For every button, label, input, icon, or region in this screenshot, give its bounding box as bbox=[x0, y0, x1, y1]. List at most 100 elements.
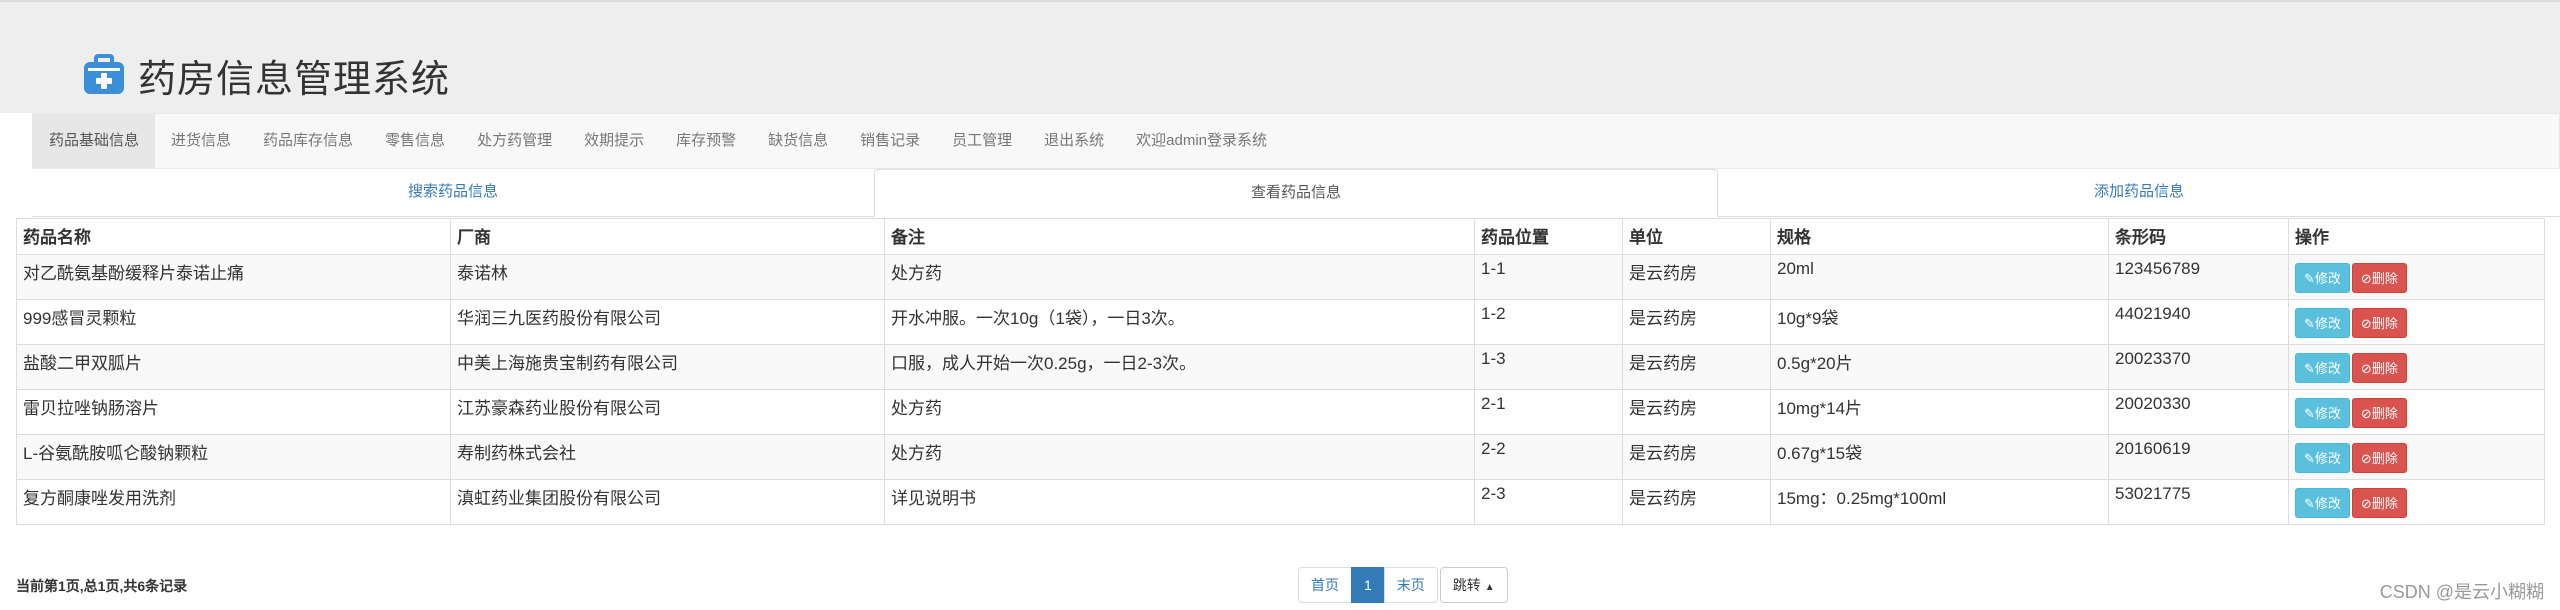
edit-button[interactable]: ✎修改 bbox=[2295, 443, 2350, 473]
actions-cell: ✎修改 ⊘删除 bbox=[2288, 344, 2545, 390]
nav-item-11[interactable]: 欢迎admin登录系统 bbox=[1120, 114, 1283, 168]
nav-item-8[interactable]: 销售记录 bbox=[844, 114, 936, 168]
delete-label: 删除 bbox=[2371, 406, 2398, 421]
table-cell: 是云药房 bbox=[1622, 344, 1771, 390]
ban-icon: ⊘ bbox=[2360, 361, 2372, 376]
delete-label: 删除 bbox=[2371, 271, 2398, 286]
nav-item-5[interactable]: 效期提示 bbox=[568, 114, 660, 168]
column-header: 条形码 bbox=[2108, 218, 2289, 255]
table-cell: 详见说明书 bbox=[884, 479, 1475, 525]
nav-item-7[interactable]: 缺货信息 bbox=[752, 114, 844, 168]
tab-2[interactable]: 添加药品信息 bbox=[1718, 169, 2560, 216]
table-header-row: 药品名称 厂商 备注 药品位置 单位 规格 条形码 操作 bbox=[16, 218, 2545, 255]
pagination: 首页 1 末页 跳转 ▲ bbox=[1298, 567, 1508, 603]
wrench-icon: ✎ bbox=[2304, 496, 2315, 511]
table-row: 复方酮康唑发用洗剂 滇虹药业集团股份有限公司 详见说明书 2-3 是云药房 15mg：0.… bbox=[16, 479, 2545, 525]
brand: 药房信息管理系统 bbox=[80, 48, 450, 103]
edit-label: 修改 bbox=[2314, 496, 2341, 511]
edit-label: 修改 bbox=[2314, 316, 2341, 331]
nav-item-9[interactable]: 员工管理 bbox=[936, 114, 1028, 168]
column-header: 规格 bbox=[1770, 218, 2109, 255]
delete-button[interactable]: ⊘删除 bbox=[2351, 488, 2407, 518]
jump-dropdown[interactable]: 跳转 ▲ bbox=[1439, 567, 1508, 603]
wrench-icon: ✎ bbox=[2304, 316, 2315, 331]
nav-item-4[interactable]: 处方药管理 bbox=[461, 114, 568, 168]
table-cell: 15mg：0.25mg*100ml bbox=[1770, 479, 2109, 525]
header: 药房信息管理系统 bbox=[0, 0, 2560, 113]
edit-button[interactable]: ✎修改 bbox=[2295, 263, 2350, 293]
table-cell: L-谷氨酰胺呱仑酸钠颗粒 bbox=[16, 434, 451, 480]
table-cell: 江苏豪森药业股份有限公司 bbox=[450, 389, 885, 435]
table-cell: 开水冲服。一次10g（1袋），一日3次。 bbox=[884, 299, 1475, 345]
table-cell: 是云药房 bbox=[1622, 299, 1771, 345]
actions-cell: ✎修改 ⊘删除 bbox=[2288, 479, 2545, 525]
table-cell: 处方药 bbox=[884, 389, 1475, 435]
actions-cell: ✎修改 ⊘删除 bbox=[2288, 389, 2545, 435]
first-page-button[interactable]: 首页 bbox=[1298, 567, 1352, 603]
table-row: L-谷氨酰胺呱仑酸钠颗粒 寿制药株式会社 处方药 2-2 是云药房 0.67g*15袋 20… bbox=[16, 434, 2545, 480]
nav-item-0[interactable]: 药品基础信息 bbox=[33, 114, 156, 168]
table-cell: 1-2 bbox=[1474, 299, 1623, 345]
ban-icon: ⊘ bbox=[2360, 316, 2372, 331]
last-page-button[interactable]: 末页 bbox=[1383, 567, 1438, 603]
edit-button[interactable]: ✎修改 bbox=[2295, 353, 2350, 383]
table-cell: 20160619 bbox=[2108, 434, 2289, 480]
table-cell: 20020330 bbox=[2108, 389, 2289, 435]
edit-button[interactable]: ✎修改 bbox=[2295, 398, 2350, 428]
ban-icon: ⊘ bbox=[2360, 496, 2372, 511]
table-cell: 是云药房 bbox=[1622, 479, 1771, 525]
table-cell: 泰诺林 bbox=[450, 254, 885, 300]
edit-button[interactable]: ✎修改 bbox=[2295, 308, 2350, 338]
delete-button[interactable]: ⊘删除 bbox=[2351, 263, 2407, 293]
actions-cell: ✎修改 ⊘删除 bbox=[2288, 299, 2545, 345]
edit-label: 修改 bbox=[2314, 451, 2341, 466]
table-cell: 999感冒灵颗粒 bbox=[16, 299, 451, 345]
table-row: 盐酸二甲双胍片 中美上海施贵宝制药有限公司 口服，成人开始一次0.25g，一日2-3… bbox=[16, 344, 2545, 390]
edit-label: 修改 bbox=[2314, 361, 2341, 376]
delete-label: 删除 bbox=[2371, 361, 2398, 376]
table-cell: 口服，成人开始一次0.25g，一日2-3次。 bbox=[884, 344, 1475, 390]
wrench-icon: ✎ bbox=[2304, 406, 2315, 421]
nav-item-1[interactable]: 进货信息 bbox=[155, 114, 247, 168]
page-1-button[interactable]: 1 bbox=[1351, 567, 1385, 603]
edit-label: 修改 bbox=[2314, 271, 2341, 286]
delete-button[interactable]: ⊘删除 bbox=[2351, 443, 2407, 473]
table-cell: 滇虹药业集团股份有限公司 bbox=[450, 479, 885, 525]
table-cell: 10mg*14片 bbox=[1770, 389, 2109, 435]
delete-button[interactable]: ⊘删除 bbox=[2351, 308, 2407, 338]
edit-label: 修改 bbox=[2314, 406, 2341, 421]
app-title: 药房信息管理系统 bbox=[138, 57, 451, 101]
edit-button[interactable]: ✎修改 bbox=[2295, 488, 2350, 518]
tab-1[interactable]: 查看药品信息 bbox=[874, 169, 1718, 217]
table-cell: 0.67g*15袋 bbox=[1770, 434, 2109, 480]
column-header: 操作 bbox=[2288, 218, 2545, 255]
medical-kit-icon bbox=[84, 53, 124, 94]
nav-item-10[interactable]: 退出系统 bbox=[1028, 114, 1120, 168]
table-cell: 盐酸二甲双胍片 bbox=[16, 344, 451, 390]
table-cell: 2-1 bbox=[1474, 389, 1623, 435]
table-cell: 2-2 bbox=[1474, 434, 1623, 480]
nav-item-6[interactable]: 库存预警 bbox=[660, 114, 752, 168]
wrench-icon: ✎ bbox=[2304, 271, 2315, 286]
delete-button[interactable]: ⊘删除 bbox=[2351, 398, 2407, 428]
delete-label: 删除 bbox=[2371, 316, 2398, 331]
nav-item-2[interactable]: 药品库存信息 bbox=[247, 114, 369, 168]
table-cell: 10g*9袋 bbox=[1770, 299, 2109, 345]
nav-item-3[interactable]: 零售信息 bbox=[369, 114, 461, 168]
ban-icon: ⊘ bbox=[2360, 406, 2372, 421]
table-cell: 123456789 bbox=[2108, 254, 2289, 300]
column-header: 备注 bbox=[884, 218, 1475, 255]
ban-icon: ⊘ bbox=[2360, 271, 2372, 286]
tab-0[interactable]: 搜索药品信息 bbox=[32, 169, 874, 216]
table-cell: 20023370 bbox=[2108, 344, 2289, 390]
wrench-icon: ✎ bbox=[2304, 361, 2315, 376]
actions-cell: ✎修改 ⊘删除 bbox=[2288, 434, 2545, 480]
column-header: 厂商 bbox=[450, 218, 885, 255]
delete-button[interactable]: ⊘删除 bbox=[2351, 353, 2407, 383]
table-cell: 1-3 bbox=[1474, 344, 1623, 390]
table-cell: 处方药 bbox=[884, 434, 1475, 480]
page-summary: 当前第1页,总1页,共6条记录 bbox=[16, 578, 188, 594]
delete-label: 删除 bbox=[2371, 451, 2398, 466]
table-cell: 20ml bbox=[1770, 254, 2109, 300]
actions-cell: ✎修改 ⊘删除 bbox=[2288, 254, 2545, 300]
